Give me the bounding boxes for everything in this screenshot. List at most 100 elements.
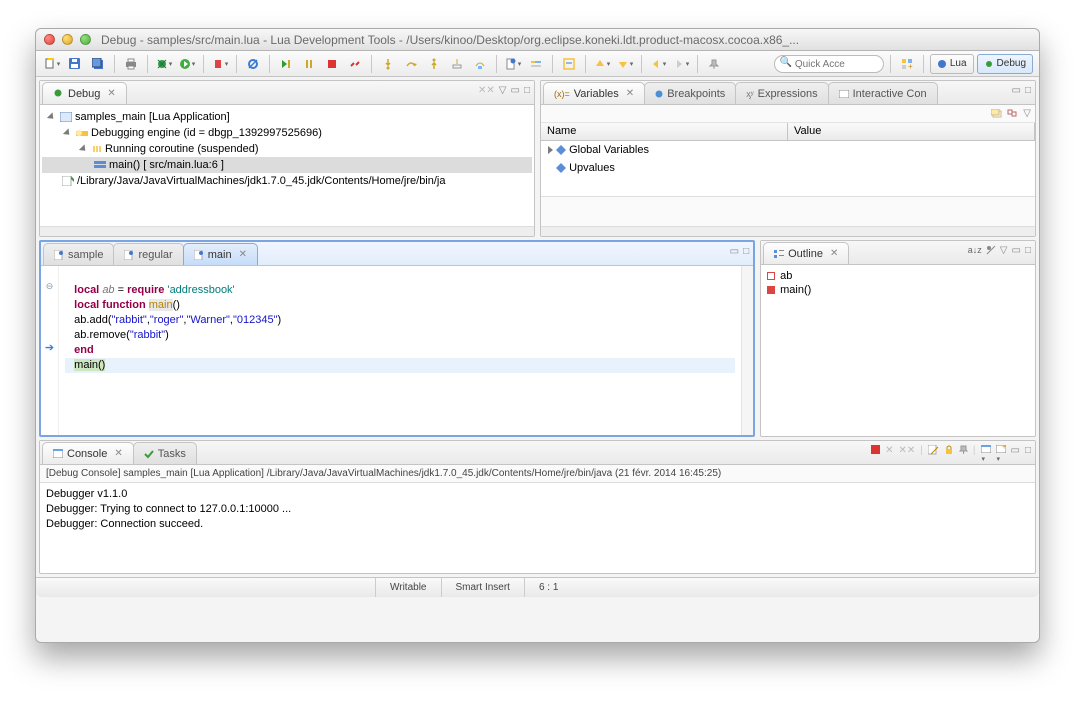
toggle-mark-occurrences-button[interactable] bbox=[559, 54, 579, 74]
collapse-all-icon[interactable] bbox=[1007, 109, 1019, 119]
tab-editor-main[interactable]: main✕ bbox=[183, 243, 258, 265]
disconnect-button[interactable] bbox=[345, 54, 365, 74]
use-step-filters-button[interactable] bbox=[470, 54, 490, 74]
remove-terminated-icon[interactable]: ✕✕ bbox=[478, 85, 495, 96]
close-icon[interactable]: ✕ bbox=[107, 88, 115, 99]
drop-to-frame-button[interactable] bbox=[447, 54, 467, 74]
tab-expressions[interactable]: ᶍʸExpressions bbox=[735, 82, 828, 104]
new-button[interactable] bbox=[42, 54, 62, 74]
tree-item-coroutine[interactable]: Running coroutine (suspended) bbox=[105, 143, 259, 155]
minimize-icon[interactable]: ▭ bbox=[1012, 245, 1021, 256]
maximize-icon[interactable]: □ bbox=[1025, 445, 1031, 464]
scroll-lock-icon[interactable] bbox=[944, 445, 954, 464]
pin-editor-button[interactable] bbox=[704, 54, 724, 74]
maximize-icon[interactable]: □ bbox=[1025, 245, 1031, 256]
scrollbar[interactable] bbox=[541, 226, 1035, 236]
outline-item-main[interactable]: main() bbox=[761, 283, 1035, 297]
tab-editor-sample[interactable]: sample bbox=[43, 243, 114, 265]
view-menu-icon[interactable]: ▽ bbox=[1000, 245, 1008, 256]
skip-breakpoints-button[interactable] bbox=[243, 54, 263, 74]
step-into-button[interactable] bbox=[378, 54, 398, 74]
run-button[interactable] bbox=[177, 54, 197, 74]
suspend-button[interactable] bbox=[299, 54, 319, 74]
debug-tree[interactable]: samples_main [Lua Application] Debugging… bbox=[40, 105, 534, 226]
open-perspective-button[interactable]: + bbox=[897, 54, 917, 74]
code-editor[interactable]: ⊖ ➔ local ab = require 'addressbook' loc… bbox=[41, 266, 753, 435]
terminate-button[interactable] bbox=[322, 54, 342, 74]
new-lua-file-button[interactable] bbox=[503, 54, 523, 74]
tree-item-engine[interactable]: Debugging engine (id = dbgp_139299752569… bbox=[91, 127, 322, 139]
clear-console-icon[interactable] bbox=[928, 445, 939, 464]
print-button[interactable] bbox=[121, 54, 141, 74]
sort-icon[interactable]: a↓z bbox=[968, 245, 982, 256]
save-all-button[interactable] bbox=[88, 54, 108, 74]
view-menu-icon[interactable]: ▽ bbox=[1023, 108, 1031, 119]
status-cursor-position: 6 : 1 bbox=[525, 578, 572, 597]
minimize-icon[interactable]: ▭ bbox=[1011, 445, 1020, 464]
tab-breakpoints[interactable]: Breakpoints bbox=[644, 82, 736, 104]
close-icon[interactable]: ✕ bbox=[626, 88, 634, 99]
zoom-window-button[interactable] bbox=[80, 34, 91, 45]
var-row-upvalues[interactable]: Upvalues bbox=[541, 159, 1035, 177]
scrollbar[interactable] bbox=[40, 226, 534, 236]
close-icon[interactable]: ✕ bbox=[239, 249, 247, 260]
close-window-button[interactable] bbox=[44, 34, 55, 45]
minimize-icon[interactable]: ▭ bbox=[730, 246, 739, 257]
view-menu-icon[interactable]: ▽ bbox=[499, 85, 507, 96]
close-icon[interactable]: ✕ bbox=[830, 248, 838, 259]
step-over-button[interactable] bbox=[401, 54, 421, 74]
tab-tasks[interactable]: Tasks bbox=[133, 442, 197, 464]
outline-item-ab[interactable]: ab bbox=[761, 269, 1035, 283]
minimize-icon[interactable]: ▭ bbox=[1012, 85, 1021, 96]
fold-icon[interactable]: ⊖ bbox=[41, 281, 58, 296]
pin-console-icon[interactable] bbox=[959, 445, 968, 464]
overview-ruler[interactable] bbox=[741, 266, 753, 435]
toggle-breadcrumb-button[interactable] bbox=[526, 54, 546, 74]
tab-editor-regular[interactable]: regular bbox=[113, 243, 183, 265]
remove-launch-icon[interactable]: ✕ bbox=[885, 445, 893, 464]
maximize-icon[interactable]: □ bbox=[524, 85, 530, 96]
perspective-lua[interactable]: Lua bbox=[930, 54, 974, 74]
thread-icon bbox=[92, 144, 102, 154]
quick-access[interactable]: 🔍 bbox=[774, 54, 884, 74]
bug-icon bbox=[53, 88, 64, 99]
step-return-button[interactable] bbox=[424, 54, 444, 74]
tree-item-frame[interactable]: main() [ src/main.lua:6 ] bbox=[109, 159, 224, 171]
debug-button[interactable] bbox=[154, 54, 174, 74]
open-console-icon[interactable]: + bbox=[996, 445, 1006, 464]
tab-outline[interactable]: Outline✕ bbox=[763, 242, 849, 264]
search-icon: 🔍 bbox=[780, 57, 792, 68]
next-annotation-button[interactable] bbox=[615, 54, 635, 74]
hide-variables-icon[interactable] bbox=[986, 245, 996, 256]
var-row-globals[interactable]: Global Variables bbox=[541, 141, 1035, 159]
expressions-icon: ᶍʸ bbox=[746, 89, 753, 99]
tree-item-jvm[interactable]: /Library/Java/JavaVirtualMachines/jdk1.7… bbox=[77, 175, 446, 187]
back-button[interactable] bbox=[648, 54, 668, 74]
resume-button[interactable] bbox=[276, 54, 296, 74]
gutter[interactable]: ⊖ ➔ bbox=[41, 266, 59, 435]
tab-console[interactable]: Console✕ bbox=[42, 442, 134, 464]
display-selected-console-icon[interactable] bbox=[981, 445, 991, 464]
breakpoint-icon bbox=[655, 90, 663, 98]
tab-debug[interactable]: Debug✕ bbox=[42, 82, 127, 104]
perspective-debug[interactable]: Debug bbox=[977, 54, 1033, 74]
tab-variables[interactable]: (x)=Variables✕ bbox=[543, 82, 645, 104]
tab-interactive-console[interactable]: Interactive Con bbox=[828, 82, 938, 104]
variable-icon bbox=[556, 145, 566, 155]
forward-button[interactable] bbox=[671, 54, 691, 74]
prev-annotation-button[interactable] bbox=[592, 54, 612, 74]
console-output[interactable]: Debugger v1.1.0 Debugger: Trying to conn… bbox=[40, 483, 1035, 573]
svg-text:+: + bbox=[908, 62, 913, 70]
minimize-icon[interactable]: ▭ bbox=[511, 85, 520, 96]
terminate-icon[interactable] bbox=[871, 445, 880, 464]
maximize-icon[interactable]: □ bbox=[1025, 85, 1031, 96]
show-type-names-icon[interactable] bbox=[991, 109, 1003, 119]
close-icon[interactable]: ✕ bbox=[114, 448, 122, 459]
ext-tools-button[interactable] bbox=[210, 54, 230, 74]
minimize-window-button[interactable] bbox=[62, 34, 73, 45]
save-button[interactable] bbox=[65, 54, 85, 74]
tree-item-app[interactable]: samples_main [Lua Application] bbox=[75, 111, 230, 123]
remove-all-icon[interactable]: ✕✕ bbox=[899, 445, 916, 464]
stackframe-icon bbox=[94, 161, 106, 169]
maximize-icon[interactable]: □ bbox=[743, 246, 749, 257]
